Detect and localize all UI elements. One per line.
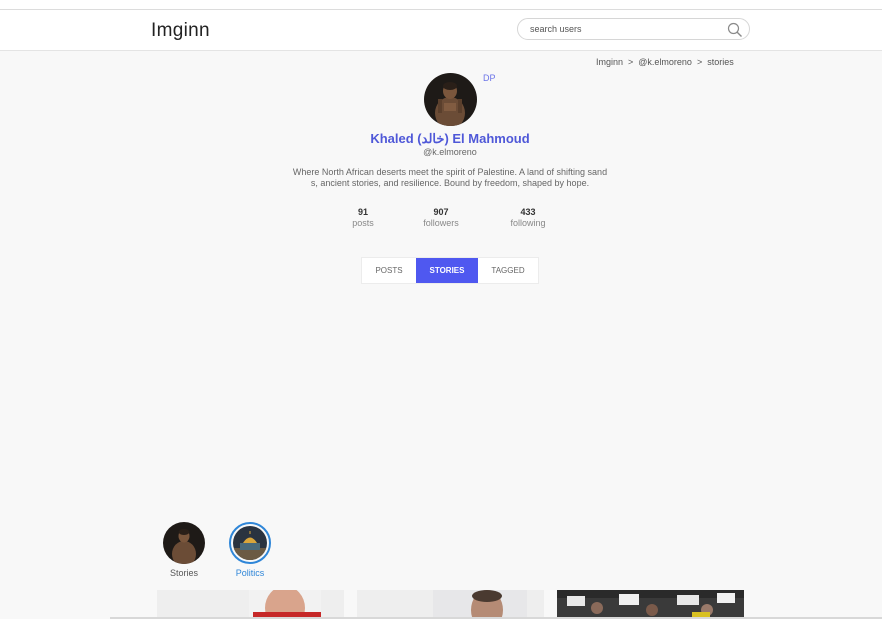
profile-full-name: Khaled (خالد) El Mahmoud [370,131,530,146]
profile-avatar[interactable] [424,73,477,126]
site-logo[interactable]: Imginn [151,20,210,42]
breadcrumb-current: stories [707,57,734,67]
highlight-politics[interactable]: Politics [220,522,280,578]
stat-value: 907 [433,207,449,217]
search-box [517,18,750,40]
stat-posts: 91 posts [333,207,393,228]
story-image [157,590,344,619]
highlight-label: Stories [169,568,198,578]
stat-followers: 907 followers [411,207,471,228]
breadcrumb-separator: > [696,57,703,67]
profile-tabs: POSTS STORIES TAGGED [361,257,539,284]
search-input[interactable] [530,22,710,36]
tab-tagged[interactable]: TAGGED [478,258,538,283]
profile-username: @k.elmoreno [423,147,477,157]
tab-stories[interactable]: STORIES [416,258,478,283]
stat-following: 433 following [498,207,558,228]
highlight-label: Politics [235,568,265,578]
dp-link[interactable]: DP [483,73,496,83]
breadcrumb-home[interactable]: Imginn [596,57,623,67]
highlight-image [163,522,205,564]
breadcrumb-user[interactable]: @k.elmoreno [638,57,692,67]
story-thumbnail[interactable] [557,590,744,619]
tab-posts[interactable]: POSTS [362,258,416,283]
stat-label: followers [423,218,459,228]
breadcrumb: Imginn > @k.elmoreno > stories [596,57,734,67]
avatar-photo [424,73,477,126]
story-thumbnail[interactable] [157,590,344,619]
stat-label: posts [352,218,374,228]
story-image [357,590,544,619]
story-thumbnail[interactable] [357,590,544,619]
story-image [557,590,744,619]
stat-value: 91 [357,207,368,217]
stat-value: 433 [520,207,536,217]
highlight-stories[interactable]: Stories [154,522,214,578]
profile-bio: Where North African deserts meet the spi… [292,167,608,188]
top-border [0,0,882,10]
highlight-cover [163,522,205,564]
highlight-cover [229,522,271,564]
search-icon[interactable] [727,22,743,38]
header: Imginn [0,10,882,51]
highlight-image [233,526,267,560]
breadcrumb-separator: > [628,57,634,67]
stat-label: following [510,218,546,228]
